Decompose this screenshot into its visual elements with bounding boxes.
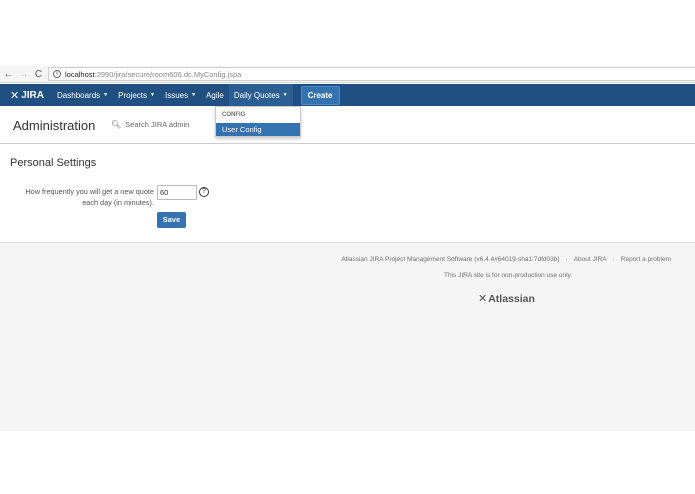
blank-area	[0, 0, 695, 66]
atlassian-logo-text: Atlassian	[488, 292, 535, 305]
save-button[interactable]: Save	[157, 212, 186, 228]
footer-about-link[interactable]: About JIRA	[574, 256, 607, 263]
caret-down-icon: ▼	[282, 92, 288, 98]
create-button[interactable]: Create	[300, 85, 340, 105]
dropdown-item-user-config[interactable]: User Config	[216, 123, 300, 136]
quote-frequency-label: How frequently you will get a new quote …	[25, 187, 154, 207]
nav-label: Issues	[164, 90, 189, 100]
footer: Atlassian JIRA Project Management Softwa…	[0, 242, 695, 431]
nav-issues[interactable]: Issues ▼	[160, 84, 201, 106]
nav-projects[interactable]: Projects ▼	[113, 84, 160, 106]
forward-arrow-icon[interactable]: →	[17, 67, 30, 82]
nav-daily-quotes[interactable]: Daily Quotes ▼	[228, 84, 293, 106]
nav-label: Dashboards	[57, 90, 101, 100]
footer-separator: ·	[565, 256, 568, 263]
caret-down-icon: ▼	[191, 92, 197, 98]
help-icon[interactable]: ?	[199, 187, 209, 197]
address-bar[interactable]: i localhost:2990/jira/secure/room606.dc.…	[48, 67, 695, 81]
admin-bar: Administration 🔍︎ Search JIRA admin	[0, 106, 695, 144]
jira-logo[interactable]: ✕ JIRA	[10, 89, 44, 102]
atlassian-logo[interactable]: ✕ Atlassian	[478, 292, 535, 306]
url-path: :2990/jira/secure/room606.dc.MyConfig.js…	[94, 69, 242, 79]
admin-search-label: Search JIRA admin	[125, 120, 190, 129]
admin-search[interactable]: 🔍︎ Search JIRA admin	[111, 120, 189, 129]
nav-label: Projects	[118, 90, 148, 100]
caret-down-icon: ▼	[103, 92, 109, 98]
admin-title: Administration	[13, 118, 96, 133]
nav-agile[interactable]: Agile	[201, 84, 229, 106]
info-icon[interactable]: i	[53, 70, 61, 78]
back-arrow-icon[interactable]: ←	[2, 67, 15, 82]
url-host: localhost	[65, 69, 95, 79]
search-icon: 🔍︎	[111, 120, 122, 129]
daily-quotes-dropdown: CONFIG User Config	[215, 106, 301, 137]
nav-dashboards[interactable]: Dashboards ▼	[52, 84, 113, 106]
footer-note: This JIRA site is for non-production use…	[444, 272, 573, 279]
footer-links: Atlassian JIRA Project Management Softwa…	[341, 256, 671, 263]
dropdown-section-heading: CONFIG	[222, 112, 246, 118]
footer-version[interactable]: Atlassian JIRA Project Management Softwa…	[341, 256, 559, 263]
jira-logo-text: JIRA	[21, 89, 45, 101]
nav-label: Agile	[206, 90, 224, 100]
caret-down-icon: ▼	[150, 92, 155, 98]
jira-logo-icon: ✕	[10, 89, 20, 102]
nav-label: Daily Quotes	[233, 90, 280, 100]
jira-header: ✕ JIRA Dashboards ▼ Projects ▼ Issues ▼ Agi…	[0, 84, 695, 106]
reload-icon[interactable]: C	[32, 67, 45, 82]
footer-report-link[interactable]: Report a problem	[621, 256, 671, 263]
quote-frequency-input[interactable]: 60	[157, 185, 197, 200]
atlassian-logo-icon: ✕	[478, 293, 488, 305]
main-content: Personal Settings How frequently you wil…	[0, 145, 695, 242]
footer-separator: ·	[612, 256, 615, 263]
page-title: Personal Settings	[10, 157, 97, 169]
browser-toolbar: ← → C i localhost:2990/jira/secure/room6…	[0, 66, 695, 83]
